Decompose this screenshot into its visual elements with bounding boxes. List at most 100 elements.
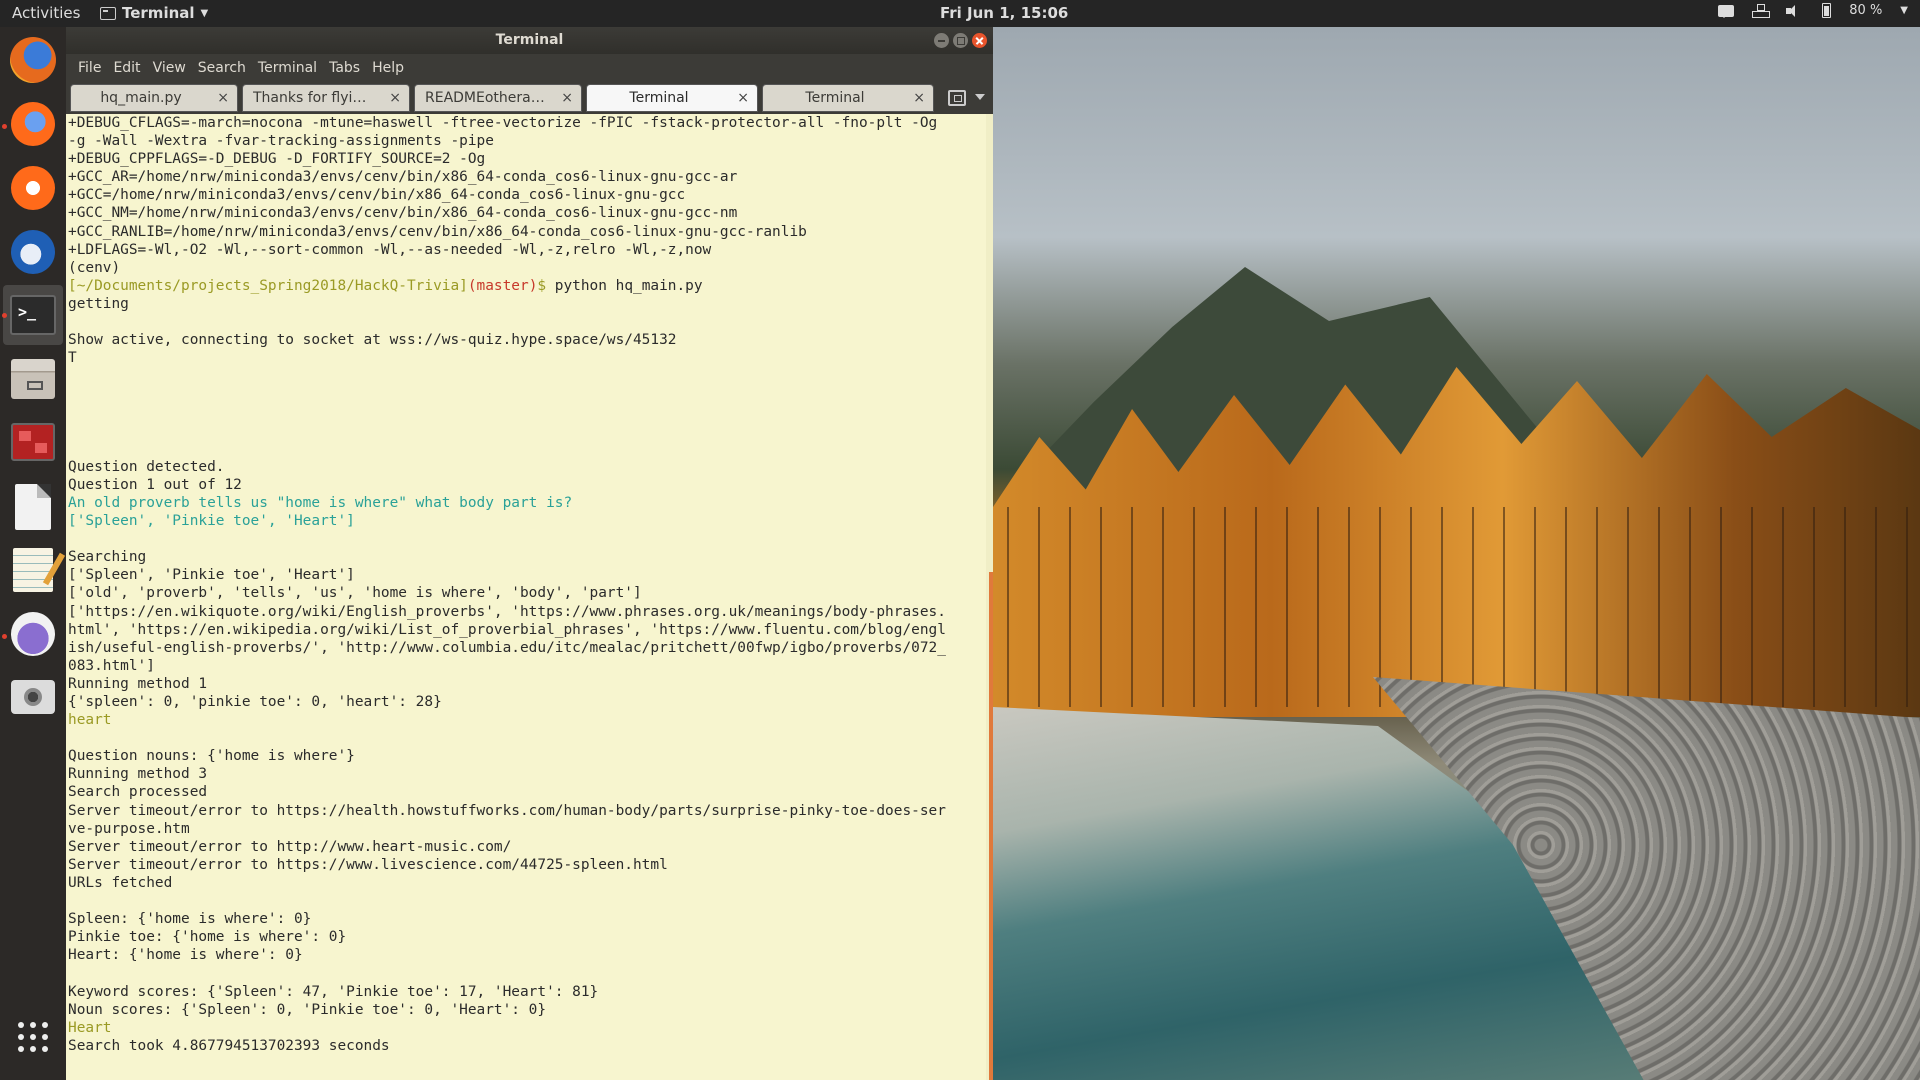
terminal-line: getting — [68, 295, 129, 312]
camera-icon — [11, 680, 55, 714]
terminal-line: Keyword scores: {'Spleen': 47, 'Pinkie t… — [68, 983, 599, 1000]
terminal-line: heart — [68, 712, 112, 729]
tab-close-icon[interactable]: × — [737, 85, 749, 111]
dock — [0, 27, 66, 1080]
scrollbar-thumb[interactable] — [989, 572, 993, 1080]
terminal-line: Noun scores: {'Spleen': 0, 'Pinkie toe':… — [68, 1001, 547, 1018]
terminal-line: +GCC_AR=/home/nrw/miniconda3/envs/cenv/b… — [68, 169, 738, 186]
tab-label: Terminal — [805, 90, 865, 106]
terminal-line: Server timeout/error to http://www.heart… — [68, 838, 512, 855]
terminal-line: {'spleen': 0, 'pinkie toe': 0, 'heart': … — [68, 694, 442, 710]
terminal-line: Running method 3 — [68, 766, 208, 783]
minimize-button[interactable] — [934, 33, 949, 48]
window-title-bar[interactable]: Terminal — [66, 27, 993, 54]
tab-close-icon[interactable]: × — [913, 85, 925, 111]
terminal-line: Question detected. — [68, 458, 225, 475]
close-button[interactable] — [972, 33, 987, 48]
dock-screenshot[interactable] — [8, 672, 58, 722]
chevron-down-icon: ▼ — [200, 7, 209, 19]
clock[interactable]: Fri Jun 1, 15:06 — [940, 4, 1068, 22]
terminal-line: Spleen: {'home is where': 0} — [68, 911, 312, 928]
tab-terminal-active[interactable]: Terminal × — [586, 84, 758, 112]
dock-firefox-nightly[interactable] — [8, 163, 58, 213]
firefox-icon — [10, 37, 56, 83]
menu-bar: File Edit View Search Terminal Tabs Help — [66, 54, 993, 81]
desktop-wallpaper — [993, 27, 1920, 1080]
dock-firefox-dev[interactable] — [8, 99, 58, 149]
activities-button[interactable]: Activities — [12, 4, 80, 22]
chat-icon[interactable] — [1718, 4, 1735, 18]
tab-label: Thanks for flying ... — [253, 90, 373, 106]
menu-file[interactable]: File — [72, 60, 107, 76]
system-tray[interactable]: 80 % ▼ — [1718, 3, 1908, 18]
dock-terminal[interactable] — [8, 290, 58, 340]
terminal-line: (cenv) — [68, 259, 121, 276]
terminal-line: Show active, connecting to socket at wss… — [68, 332, 677, 349]
terminal-line: T — [68, 350, 77, 367]
document-icon — [15, 484, 51, 530]
menu-edit[interactable]: Edit — [107, 60, 146, 76]
tab-close-icon[interactable]: × — [561, 85, 573, 111]
tab-thanks-for-flying[interactable]: Thanks for flying ... × — [242, 84, 410, 112]
dock-thunderbird[interactable] — [8, 227, 58, 277]
wallpaper-tree-trunks — [993, 507, 1920, 707]
menu-terminal[interactable]: Terminal — [252, 60, 323, 76]
dock-pidgin[interactable] — [8, 609, 58, 659]
terminal-line: +DEBUG_CPPFLAGS=-D_DEBUG -D_FORTIFY_SOUR… — [68, 151, 486, 168]
chevron-down-icon[interactable]: ▼ — [1900, 5, 1908, 16]
terminal-line: Running method 1 — [68, 675, 208, 692]
terminal-line: ['Spleen', 'Pinkie toe', 'Heart'] — [68, 513, 355, 530]
terminal-output[interactable]: +DEBUG_CFLAGS=-march=nocona -mtune=haswe… — [66, 114, 993, 1080]
menu-search[interactable]: Search — [192, 60, 252, 76]
new-tab-icon[interactable] — [948, 90, 966, 106]
pidgin-icon — [11, 612, 55, 656]
terminal-line: ve-purpose.htm — [68, 820, 190, 837]
firefox-nightly-icon — [11, 166, 55, 210]
terminal-line: +LDFLAGS=-Wl,-O2 -Wl,--sort-common -Wl,-… — [68, 241, 712, 258]
tab-close-icon[interactable]: × — [217, 85, 229, 111]
terminal-icon — [100, 6, 116, 20]
terminal-line: Question nouns: {'home is where'} — [68, 748, 355, 765]
dock-files[interactable] — [8, 354, 58, 404]
dock-app-red[interactable] — [8, 417, 58, 467]
prompt-command: python hq_main.py — [546, 277, 703, 294]
dock-text-editor[interactable] — [8, 545, 58, 595]
tab-hq-main[interactable]: hq_main.py × — [70, 84, 238, 112]
terminal-line: URLs fetched — [68, 874, 173, 891]
terminal-line: +GCC_NM=/home/nrw/miniconda3/envs/cenv/b… — [68, 205, 738, 222]
tab-terminal[interactable]: Terminal × — [762, 84, 934, 112]
maximize-button[interactable] — [953, 33, 968, 48]
shell-prompt-line: [~/Documents/projects_Spring2018/HackQ-T… — [68, 277, 993, 295]
app-grid-icon — [18, 1022, 48, 1052]
running-indicator — [2, 313, 7, 318]
file-cabinet-icon — [11, 359, 55, 399]
tab-close-icon[interactable]: × — [389, 85, 401, 111]
tab-bar: hq_main.py × Thanks for flying ... × REA… — [66, 81, 993, 114]
tab-list-dropdown-icon[interactable] — [975, 94, 985, 105]
menu-view[interactable]: View — [147, 60, 192, 76]
prompt-symbol: $ — [537, 277, 547, 294]
show-applications-button[interactable] — [8, 1012, 58, 1062]
running-indicator — [2, 124, 7, 129]
terminal-line: Server timeout/error to https://www.live… — [68, 856, 668, 873]
volume-icon[interactable] — [1786, 4, 1804, 18]
tab-readme[interactable]: READMEotherap... × — [414, 84, 582, 112]
network-icon[interactable] — [1752, 3, 1771, 18]
dock-document[interactable] — [8, 482, 58, 532]
menu-help[interactable]: Help — [366, 60, 410, 76]
menu-tabs[interactable]: Tabs — [323, 60, 366, 76]
terminal-line: Heart: {'home is where': 0} — [68, 947, 303, 964]
battery-icon[interactable] — [1822, 3, 1832, 18]
app-menu[interactable]: Terminal ▼ — [100, 4, 208, 22]
prompt-path: [~/Documents/projects_Spring2018/HackQ-T… — [68, 277, 468, 294]
dock-firefox[interactable] — [8, 35, 58, 85]
terminal-line: Searching — [68, 549, 147, 566]
terminal-line: Heart — [68, 1019, 112, 1036]
